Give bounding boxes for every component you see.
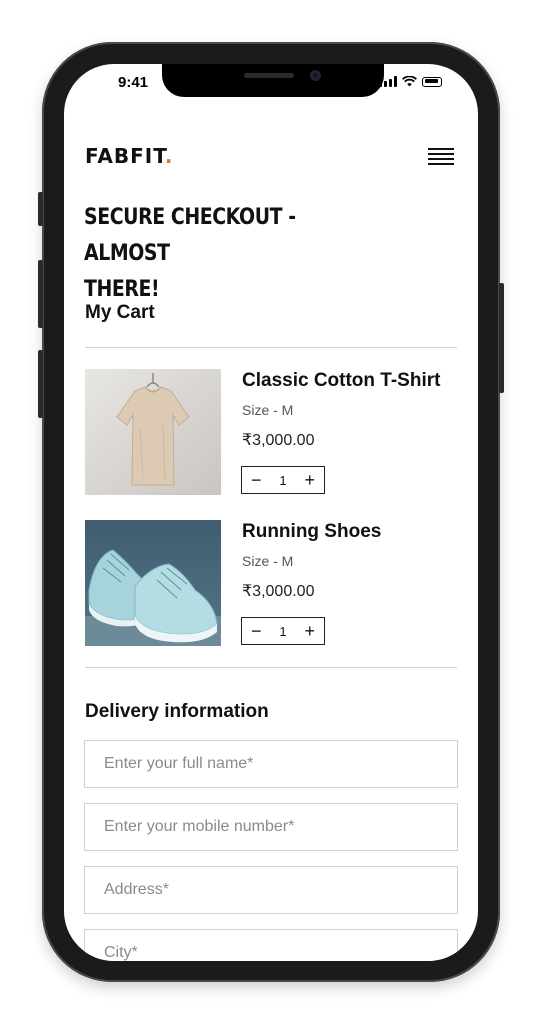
- phone-silent-switch: [38, 192, 43, 226]
- phone-volume-up-button: [38, 260, 43, 328]
- item-price: ₹3,000.00: [242, 583, 315, 600]
- page-title: SECURE CHECKOUT - ALMOST THERE!: [84, 200, 342, 308]
- wifi-icon: [402, 76, 417, 87]
- page-title-line-1: SECURE CHECKOUT - ALMOST: [84, 205, 296, 266]
- cart-divider-top: [85, 347, 457, 348]
- cart-item: Running Shoes Size - M ₹3,000.00 − 1 +: [85, 520, 457, 646]
- speaker-grille: [244, 73, 294, 78]
- shoes-image: [85, 520, 221, 646]
- battery-icon: [422, 76, 442, 87]
- decrease-quantity-button[interactable]: −: [251, 471, 262, 489]
- item-price: ₹3,000.00: [242, 432, 315, 449]
- cart-divider-bottom: [85, 667, 457, 668]
- delivery-title: Delivery information: [85, 701, 269, 722]
- item-size: Size - M: [242, 553, 294, 569]
- cart-title: My Cart: [85, 302, 155, 323]
- cart-item: Classic Cotton T-Shirt Size - M ₹3,000.0…: [85, 369, 457, 495]
- brand-logo[interactable]: FABFIT.: [85, 144, 173, 168]
- full-name-field[interactable]: Enter your full name*: [84, 740, 458, 788]
- item-size: Size - M: [242, 402, 294, 418]
- decrease-quantity-button[interactable]: −: [251, 622, 262, 640]
- increase-quantity-button[interactable]: +: [304, 622, 315, 640]
- phone-power-button: [499, 283, 504, 393]
- address-field[interactable]: Address*: [84, 866, 458, 914]
- hamburger-menu-icon[interactable]: [428, 148, 454, 166]
- city-field[interactable]: City*: [84, 929, 458, 961]
- increase-quantity-button[interactable]: +: [304, 471, 315, 489]
- phone-screen: 9:41 FABFIT. SECURE CHECKOUT - ALMOST TH…: [64, 64, 478, 961]
- status-bar-time: 9:41: [118, 74, 149, 91]
- logo-text: FABFIT: [85, 144, 165, 168]
- status-bar-icons: [379, 76, 442, 87]
- front-camera: [310, 70, 321, 81]
- phone-volume-down-button: [38, 350, 43, 418]
- item-name[interactable]: Running Shoes: [242, 521, 381, 543]
- quantity-stepper: − 1 +: [241, 617, 325, 645]
- tshirt-image: [85, 369, 221, 495]
- quantity-value: 1: [279, 472, 287, 488]
- item-name[interactable]: Classic Cotton T-Shirt: [242, 370, 440, 392]
- quantity-value: 1: [279, 623, 287, 639]
- mobile-number-field[interactable]: Enter your mobile number*: [84, 803, 458, 851]
- quantity-stepper: − 1 +: [241, 466, 325, 494]
- notch: [162, 64, 384, 97]
- logo-dot: .: [164, 144, 174, 168]
